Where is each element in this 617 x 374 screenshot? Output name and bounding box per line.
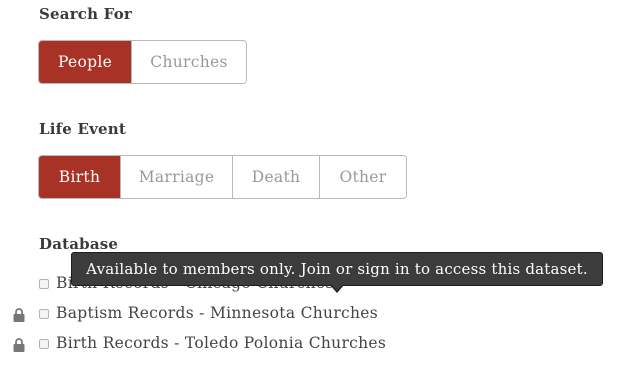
life-event-death-button[interactable]: Death xyxy=(233,156,320,198)
search-for-heading: Search For xyxy=(39,5,132,23)
life-event-other-button[interactable]: Other xyxy=(320,156,406,198)
database-checkbox-toledo[interactable] xyxy=(39,339,49,349)
tooltip-arrow-inner xyxy=(331,284,343,291)
database-label-toledo: Birth Records - Toledo Polonia Churches xyxy=(56,334,387,352)
lock-icon xyxy=(13,308,25,322)
database-item-minnesota: Baptism Records - Minnesota Churches xyxy=(0,304,617,326)
members-only-tooltip: Available to members only. Join or sign … xyxy=(71,252,603,286)
database-label-minnesota: Baptism Records - Minnesota Churches xyxy=(56,304,379,322)
database-heading: Database xyxy=(39,235,119,253)
life-event-heading: Life Event xyxy=(39,120,126,138)
database-checkbox-chicago[interactable] xyxy=(39,279,49,289)
database-checkbox-minnesota[interactable] xyxy=(39,309,49,319)
life-event-marriage-button[interactable]: Marriage xyxy=(121,156,233,198)
search-for-toggle: People Churches xyxy=(38,40,247,84)
search-for-people-button[interactable]: People xyxy=(39,41,132,83)
lock-icon xyxy=(13,338,25,352)
search-form: Search For People Churches Life Event Bi… xyxy=(0,0,617,374)
life-event-toggle: Birth Marriage Death Other xyxy=(38,155,407,199)
search-for-churches-button[interactable]: Churches xyxy=(132,41,246,83)
database-item-toledo: Birth Records - Toledo Polonia Churches xyxy=(0,334,617,356)
life-event-birth-button[interactable]: Birth xyxy=(39,156,121,198)
